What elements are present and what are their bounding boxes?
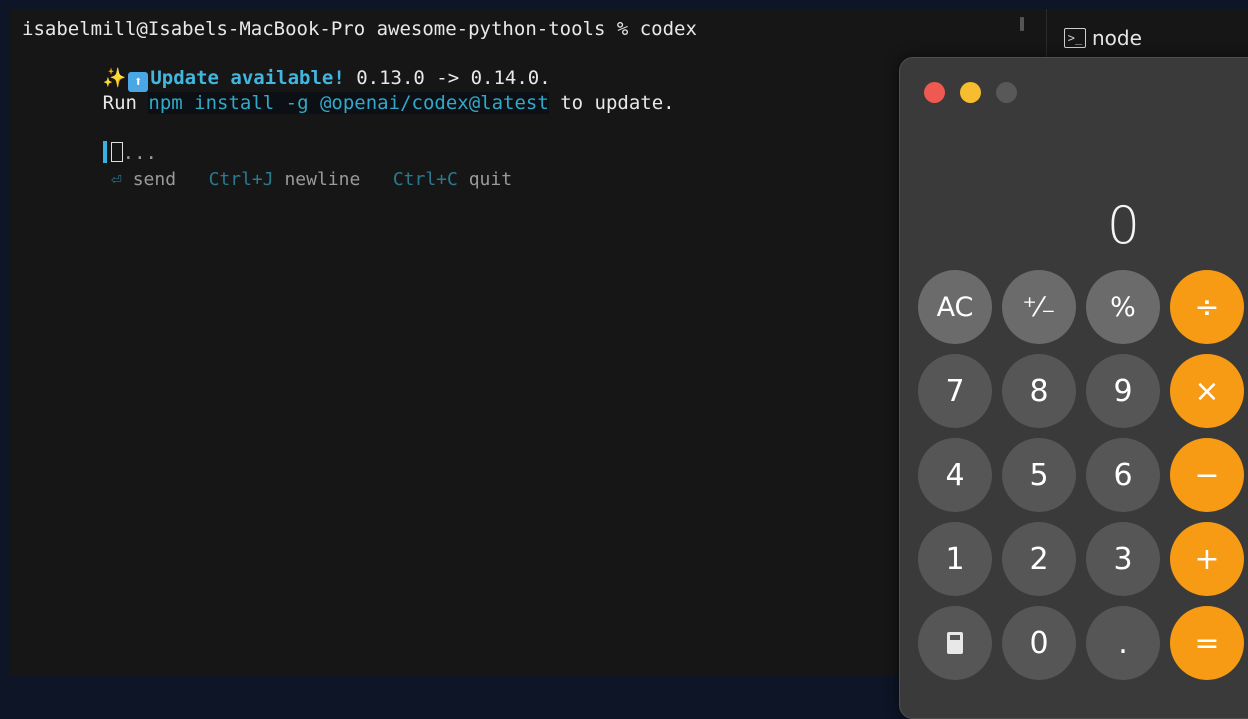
clear-button-label: AC (936, 291, 974, 323)
digit-9-button-label: 9 (1113, 373, 1133, 409)
digit-3-button[interactable]: 3 (1086, 522, 1160, 596)
key-hints: ⏎ send Ctrl+J newline Ctrl+C quit (46, 144, 512, 216)
add-button-label: + (1194, 541, 1220, 577)
digit-6-button[interactable]: 6 (1086, 438, 1160, 512)
digit-8-button-label: 8 (1029, 373, 1049, 409)
percent-button[interactable]: % (1086, 270, 1160, 344)
digit-5-button[interactable]: 5 (1002, 438, 1076, 512)
digit-1-button[interactable]: 1 (918, 522, 992, 596)
run-prefix: Run (102, 92, 149, 114)
digit-4-button[interactable]: 4 (918, 438, 992, 512)
digit-7-button[interactable]: 7 (918, 354, 992, 428)
terminal-icon: >_ (1064, 28, 1086, 48)
calculator-menu-button[interactable] (918, 606, 992, 680)
digit-7-button-label: 7 (945, 373, 965, 409)
decimal-button[interactable]: . (1086, 606, 1160, 680)
quit-hint: quit (457, 169, 513, 190)
calculator-icon (947, 632, 963, 654)
digit-2-button-label: 2 (1029, 541, 1049, 577)
digit-5-button-label: 5 (1029, 457, 1049, 493)
digit-6-button-label: 6 (1113, 457, 1133, 493)
zoom-button[interactable] (996, 82, 1017, 103)
enter-key-icon: ⏎ (111, 169, 122, 190)
digit-1-button-label: 1 (945, 541, 965, 577)
scroll-marker (1020, 17, 1024, 31)
divide-button[interactable]: ÷ (1170, 270, 1244, 344)
digit-0-button-label: 0 (1029, 625, 1049, 661)
equals-button-label: = (1194, 625, 1220, 661)
send-hint: send (121, 169, 177, 190)
clear-button[interactable]: AC (918, 270, 992, 344)
tab-divider (1046, 9, 1047, 57)
digit-0-button[interactable]: 0 (1002, 606, 1076, 680)
multiply-button[interactable]: × (1170, 354, 1244, 428)
add-button[interactable]: + (1170, 522, 1244, 596)
digit-3-button-label: 3 (1113, 541, 1133, 577)
divide-button-label: ÷ (1194, 289, 1220, 325)
percent-button-label: % (1110, 291, 1136, 323)
tab-label: node (1092, 26, 1142, 50)
sign-toggle-button-label: ⁺⁄₋ (1022, 291, 1056, 323)
decimal-button-label: . (1118, 625, 1128, 661)
digit-4-button-label: 4 (945, 457, 965, 493)
tab-node[interactable]: >_ node (1064, 25, 1142, 51)
subtract-button[interactable]: − (1170, 438, 1244, 512)
newline-hint: newline (273, 169, 361, 190)
subtract-button-label: − (1194, 457, 1220, 493)
minimize-button[interactable] (960, 82, 981, 103)
calculator-display: 0 (1106, 196, 1140, 256)
newline-key: Ctrl+J (208, 169, 274, 190)
multiply-button-label: × (1194, 373, 1220, 409)
run-suffix: to update. (548, 92, 675, 114)
sign-toggle-button[interactable]: ⁺⁄₋ (1002, 270, 1076, 344)
equals-button[interactable]: = (1170, 606, 1244, 680)
digit-8-button[interactable]: 8 (1002, 354, 1076, 428)
install-command[interactable]: npm install -g @openai/codex@latest (148, 92, 549, 114)
close-button[interactable] (924, 82, 945, 103)
calculator-window[interactable]: 0 AC ⁺⁄₋% ÷ 7 8 9 × 4 5 6 − 1 2 3 +0. = (899, 57, 1248, 719)
digit-2-button[interactable]: 2 (1002, 522, 1076, 596)
prompt-line: isabelmill@Isabels-MacBook-Pro awesome-p… (22, 18, 697, 40)
quit-key: Ctrl+C (392, 169, 458, 190)
window-controls (924, 82, 1017, 103)
digit-9-button[interactable]: 9 (1086, 354, 1160, 428)
